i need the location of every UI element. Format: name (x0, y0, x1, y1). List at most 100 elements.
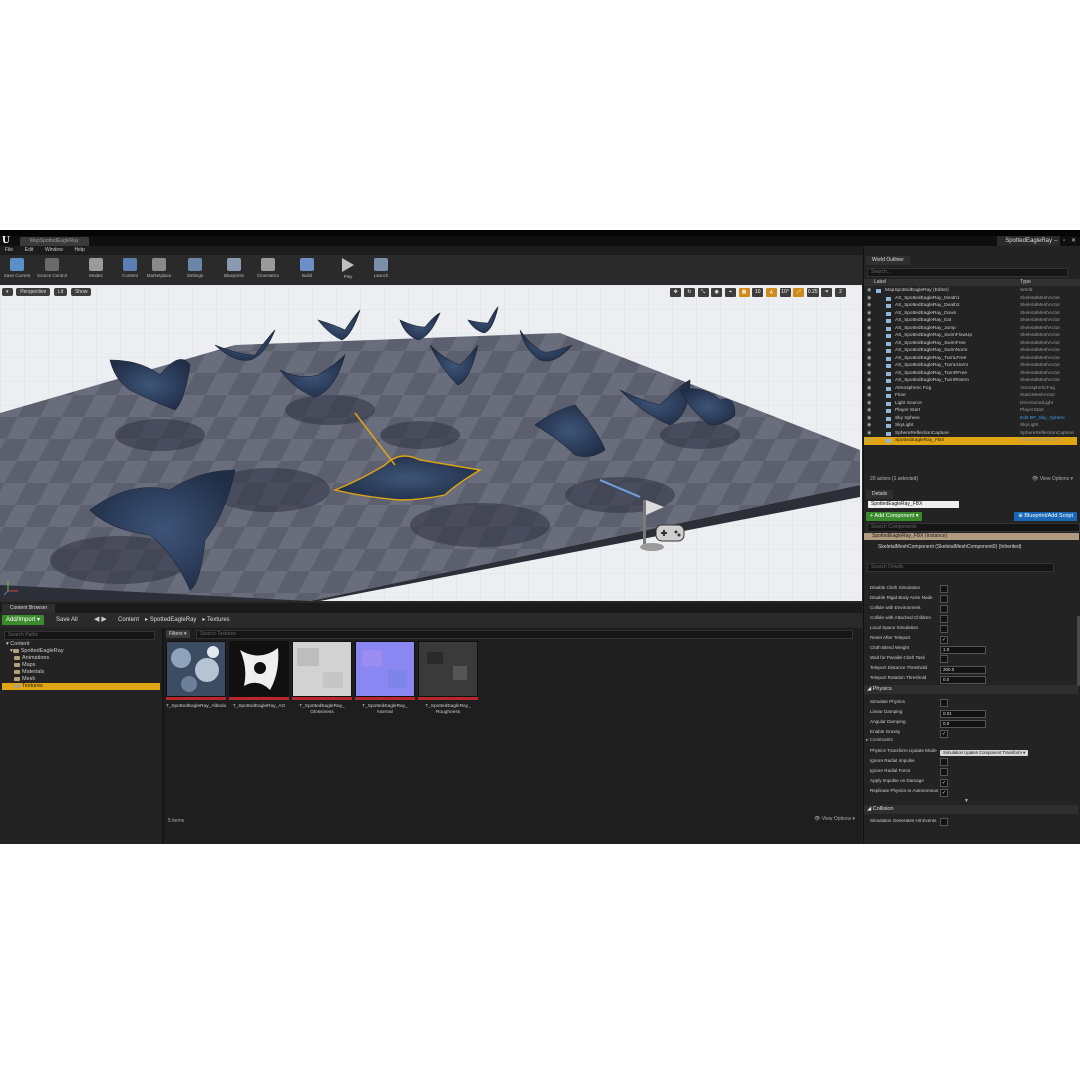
breadcrumb-spottedeagleray[interactable]: SpottedEagleRay (150, 617, 197, 623)
visibility-eye-icon[interactable]: ◉ (867, 422, 871, 430)
outliner-row[interactable]: ◉ AS_SpottedEagleRay_Eat SkeletalMeshActor (864, 317, 1077, 325)
grid-snap-value[interactable]: 10 (752, 288, 764, 297)
visibility-eye-icon[interactable]: ◉ (867, 415, 871, 423)
actor-name-input[interactable]: SpottedEagleRay_FBX (868, 501, 959, 508)
outliner-row[interactable]: ◉ AS_SpottedEagleRay_Down SkeletalMeshActo… (864, 310, 1077, 318)
tab-world-outliner[interactable]: World Outliner (866, 256, 910, 265)
cb-view-options-button[interactable]: 👁 View Options ▾ (814, 816, 855, 822)
visibility-eye-icon[interactable]: ◉ (867, 392, 871, 400)
window-controls[interactable]: – ▫ ✕ (1054, 236, 1078, 246)
visibility-eye-icon[interactable]: ◉ (867, 317, 871, 325)
advanced-expand-arrow[interactable]: ▼ (964, 798, 969, 804)
outliner-row[interactable]: ◉ AS_SpottedEagleRay_Death2 SkeletalMeshAc… (864, 302, 1077, 310)
property-number-field[interactable]: 0.0 (940, 676, 986, 684)
play-button[interactable]: Play (333, 257, 363, 283)
property-checkbox[interactable] (940, 595, 948, 603)
outliner-row[interactable]: ◉ Sky Sphere Edit BP_Sky_Sphere (864, 415, 1077, 423)
col-label[interactable]: Label (874, 279, 886, 286)
property-checkbox[interactable]: ✓ (940, 789, 948, 797)
source-control-button[interactable]: Source Control (37, 257, 67, 283)
outliner-row[interactable]: ◉ AS_SpottedEagleRay_TurnLFree SkeletalMes… (864, 355, 1077, 363)
filters-button[interactable]: Filters ▾ (166, 630, 190, 638)
tree-item-textures[interactable]: Textures (2, 683, 160, 690)
viewport-options-dropdown[interactable]: ▾ (2, 288, 13, 296)
physics-section-header[interactable]: ◢ Physics (864, 685, 1078, 694)
level-viewport[interactable]: ▾ Perspective Lit Show ✥ ↻ ⤡ ◉ ⌖ ▦ 10 ∡ … (0, 285, 862, 601)
outliner-row[interactable]: ◉ AS_SpottedEagleRay_Jump SkeletalMeshActo… (864, 325, 1077, 333)
breadcrumb-content[interactable]: Content (118, 617, 139, 623)
viewport-scene[interactable] (0, 285, 862, 601)
lit-button[interactable]: Lit (53, 288, 68, 296)
search-components-input[interactable]: Search Components (867, 523, 1080, 532)
col-type[interactable]: Type (1020, 279, 1031, 286)
outliner-view-options-button[interactable]: 👁 View Options ▾ (1032, 476, 1073, 482)
menu-window[interactable]: Window (40, 246, 68, 255)
menu-help[interactable]: Help (70, 246, 90, 255)
outliner-row[interactable]: ◉ AS_SpottedEagleRay_TurnLNorm SkeletalMes… (864, 362, 1077, 370)
add-component-button[interactable]: + Add Component ▾ (866, 512, 923, 521)
tab-content-browser[interactable]: Content Browser (2, 604, 56, 613)
visibility-eye-icon[interactable]: ◉ (867, 437, 871, 445)
visibility-eye-icon[interactable]: ◉ (867, 370, 871, 378)
outliner-row[interactable]: ◉ Atmospheric Fog AtmosphericFog (864, 385, 1077, 393)
property-checkbox[interactable] (940, 818, 948, 826)
settings-button[interactable]: Settings (180, 257, 210, 283)
visibility-eye-icon[interactable]: ◉ (867, 430, 871, 438)
save-current-button[interactable]: Save Current (2, 257, 32, 283)
camera-speed-icon[interactable]: ⌗ (821, 288, 833, 297)
menu-edit[interactable]: Edit (20, 246, 39, 255)
outliner-row[interactable]: ◉ AS_SpottedEagleRay_SwimFlowUp SkeletalMe… (864, 332, 1077, 340)
blueprints-button[interactable]: Blueprints (219, 257, 249, 283)
visibility-eye-icon[interactable]: ◉ (867, 362, 871, 370)
scale-snap-value[interactable]: 0.25 (806, 288, 819, 297)
outliner-row[interactable]: ◉ MapSpottedEagleRay (Editor) World (864, 287, 1077, 295)
camera-speed-value[interactable]: 2 (835, 288, 846, 297)
search-paths-input[interactable]: Search Paths (4, 631, 155, 640)
visibility-eye-icon[interactable]: ◉ (867, 325, 871, 333)
property-checkbox[interactable] (940, 655, 948, 663)
property-checkbox[interactable] (940, 758, 948, 766)
property-checkbox[interactable] (940, 768, 948, 776)
visibility-eye-icon[interactable]: ◉ (867, 287, 871, 295)
visibility-eye-icon[interactable]: ◉ (867, 355, 871, 363)
save-all-button[interactable]: Save All (56, 615, 78, 625)
asset-tile-normal[interactable]: T_SpottedEagleRay_ Normal (355, 641, 415, 715)
cinematics-button[interactable]: Cinematics (253, 257, 283, 283)
translate-icon[interactable]: ✥ (670, 288, 682, 297)
scale-snap-icon[interactable]: ⤢ (793, 288, 805, 297)
blueprint-add-script-button[interactable]: ⊕ Blueprint/Add Script (1014, 512, 1077, 521)
outliner-row[interactable]: ◉ Player Start PlayerStart (864, 407, 1077, 415)
rotation-snap-value[interactable]: 10° (779, 288, 791, 297)
outliner-row[interactable]: ◉ AS_SpottedEagleRay_TurnRFree SkeletalMes… (864, 370, 1077, 378)
add-import-button[interactable]: Add/Import ▾ (2, 615, 45, 625)
build-button[interactable]: Build (292, 257, 322, 283)
outliner-row[interactable]: ◉ Light Source DirectionalLight (864, 400, 1077, 408)
outliner-row[interactable]: ◉ Floor StaticMeshActor (864, 392, 1077, 400)
visibility-eye-icon[interactable]: ◉ (867, 310, 871, 318)
perspective-button[interactable]: Perspective (16, 288, 51, 296)
tree-item-materials[interactable]: Materials (14, 669, 44, 676)
property-checkbox[interactable]: ✓ (940, 730, 948, 738)
property-checkbox[interactable] (940, 615, 948, 623)
menu-file[interactable]: File (0, 246, 18, 255)
level-tab[interactable]: MapSpottedEagleRay (20, 237, 89, 246)
asset-tile-ao[interactable]: T_SpottedEagleRay_AO (229, 641, 289, 709)
outliner-row[interactable]: ◉ SpottedEagleRay_FBX SkeletalMeshActor (864, 437, 1077, 445)
modes-button[interactable]: Modes (81, 257, 111, 283)
surface-snap-icon[interactable]: ⌖ (724, 288, 736, 297)
tree-item-spottedeagleray[interactable]: ▾ SpottedEagleRay (10, 648, 64, 655)
rotation-snap-icon[interactable]: ∡ (765, 288, 777, 297)
grid-snap-icon[interactable]: ▦ (738, 288, 750, 297)
property-checkbox[interactable] (940, 699, 948, 707)
outliner-row[interactable]: ◉ AS_SpottedEagleRay_TurnRNorm SkeletalMes… (864, 377, 1077, 385)
visibility-eye-icon[interactable]: ◉ (867, 332, 871, 340)
asset-tile-albedo[interactable]: T_SpottedEagleRay_Albedo (166, 641, 226, 709)
asset-tile-roughness[interactable]: T_SpottedEagleRay_ Roughness (418, 641, 478, 715)
marketplace-button[interactable]: Marketplace (144, 257, 174, 283)
search-textures-input[interactable]: Search Textures (196, 630, 853, 639)
visibility-eye-icon[interactable]: ◉ (867, 377, 871, 385)
show-button[interactable]: Show (70, 288, 92, 296)
search-details-input[interactable]: Search Details (867, 563, 1054, 572)
content-button[interactable]: Content (115, 257, 145, 283)
tree-item-maps[interactable]: Maps (14, 662, 35, 669)
